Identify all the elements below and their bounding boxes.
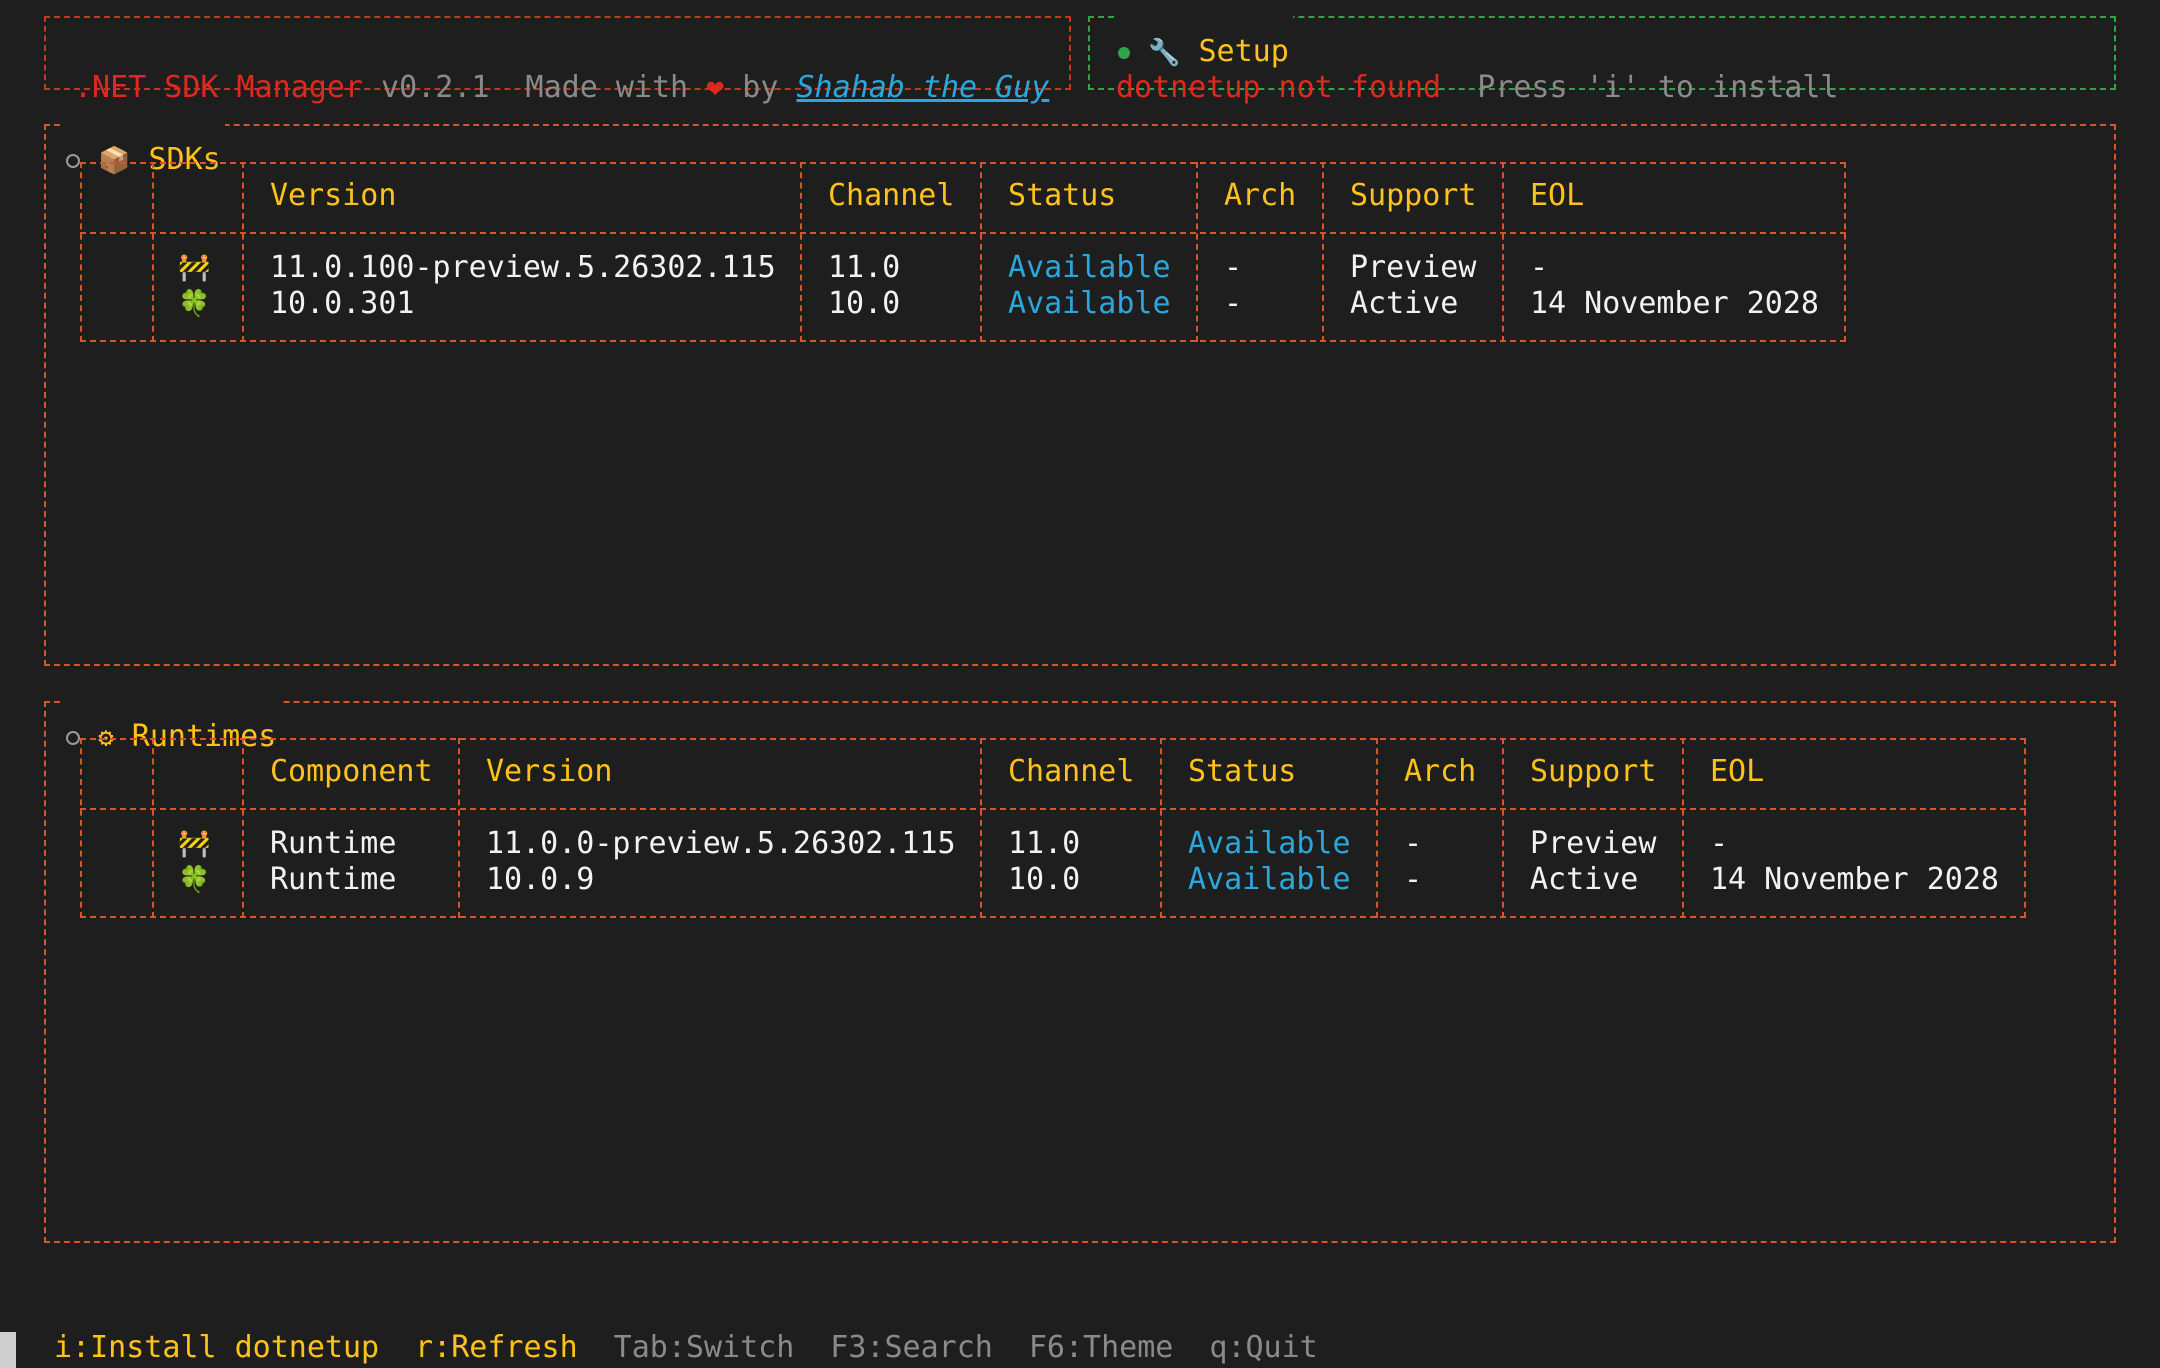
runtimes-col-eol[interactable]: EOL xyxy=(1710,754,1764,790)
app-name: .NET SDK Manager xyxy=(74,70,363,105)
install-key-hint[interactable]: i:Install dotnetup xyxy=(54,1330,379,1365)
setup-status: dotnetup not found xyxy=(1116,70,1442,105)
sdk-support: Active xyxy=(1350,286,1459,321)
refresh-key-hint[interactable]: r:Refresh xyxy=(415,1330,578,1365)
runtime-version: 11.0.0-preview.5.26302.115 xyxy=(486,826,956,861)
runtimes-col-divider xyxy=(1502,738,1504,918)
runtimes-col-support[interactable]: Support xyxy=(1530,754,1656,790)
sdks-col-divider xyxy=(1502,162,1504,342)
runtimes-col-divider xyxy=(1376,738,1378,918)
sdks-col-eol[interactable]: EOL xyxy=(1530,178,1584,214)
runtimes-table-header-divider xyxy=(80,808,2026,810)
runtime-channel: 11.0 xyxy=(1008,826,1081,861)
construction-icon: 🚧 xyxy=(178,253,211,283)
theme-key-hint[interactable]: F6:Theme xyxy=(1029,1330,1174,1365)
sdks-col-divider xyxy=(152,162,154,342)
runtime-component[interactable]: Runtime xyxy=(270,862,396,898)
runtime-eol: 14 November 2028 xyxy=(1710,862,1999,897)
sdks-col-version[interactable]: Version xyxy=(270,178,396,214)
sdk-eol: - xyxy=(1530,250,1549,285)
sdk-eol: 14 November 2028 xyxy=(1530,286,1819,321)
sdks-col-divider xyxy=(800,162,802,342)
header-line: .NET SDK Manager v0.2.1 Made with ❤ by S… xyxy=(74,34,1049,106)
sdks-table-header-divider xyxy=(80,232,1846,234)
runtimes-col-status[interactable]: Status xyxy=(1188,754,1296,790)
footer-keybar: i:Install dotnetup r:Refresh Tab:Switch F3:… xyxy=(54,1294,1354,1366)
by-text: by xyxy=(742,70,779,105)
runtime-version: 10.0.9 xyxy=(486,862,595,897)
runtimes-col-divider xyxy=(242,738,244,918)
runtimes-col-divider xyxy=(1160,738,1162,918)
switch-key-hint[interactable]: Tab:Switch xyxy=(614,1330,795,1365)
runtimes-col-divider xyxy=(1682,738,1684,918)
sdks-col-channel[interactable]: Channel xyxy=(828,178,954,214)
sdks-col-divider xyxy=(242,162,244,342)
clover-icon: 🍀 xyxy=(178,865,211,895)
sdk-status: Available xyxy=(1008,250,1171,285)
quit-key-hint[interactable]: q:Quit xyxy=(1209,1330,1317,1365)
sdks-col-status[interactable]: Status xyxy=(1008,178,1116,214)
runtimes-col-arch[interactable]: Arch xyxy=(1404,754,1476,790)
runtime-support: Preview xyxy=(1530,826,1657,861)
runtime-component[interactable]: Runtime xyxy=(270,826,396,862)
panel-circle-icon xyxy=(66,730,80,745)
terminal-cursor xyxy=(0,1332,16,1368)
author-link[interactable]: Shahab the Guy xyxy=(796,70,1049,105)
runtimes-col-channel[interactable]: Channel xyxy=(1008,754,1134,790)
sdk-support: Preview xyxy=(1350,250,1477,285)
panel-circle-icon xyxy=(66,153,80,168)
runtimes-col-divider xyxy=(980,738,982,918)
sdk-status: Available xyxy=(1008,286,1171,321)
sdks-col-divider xyxy=(1322,162,1324,342)
runtimes-col-divider xyxy=(458,738,460,918)
made-with-text: Made with xyxy=(525,70,689,105)
sdk-channel: 10.0 xyxy=(828,286,901,321)
runtime-eol: - xyxy=(1710,826,1729,861)
runtime-arch: - xyxy=(1404,826,1423,861)
setup-status-line: dotnetup not found Press 'i' to install xyxy=(1116,34,1838,106)
clover-icon: 🍀 xyxy=(178,289,211,319)
sdks-col-divider xyxy=(980,162,982,342)
runtime-status: Available xyxy=(1188,826,1351,861)
construction-icon: 🚧 xyxy=(178,829,211,859)
runtime-support: Active xyxy=(1530,862,1639,897)
runtime-status: Available xyxy=(1188,862,1351,897)
runtimes-col-component[interactable]: Component xyxy=(270,754,433,790)
setup-hint: Press 'i' to install xyxy=(1477,70,1839,105)
heart-icon: ❤ xyxy=(706,70,725,105)
runtime-channel: 10.0 xyxy=(1008,862,1081,897)
runtimes-col-version[interactable]: Version xyxy=(486,754,612,790)
sdks-col-divider xyxy=(1196,162,1198,342)
search-key-hint[interactable]: F3:Search xyxy=(830,1330,993,1365)
sdk-arch: - xyxy=(1224,286,1243,321)
sdk-arch: - xyxy=(1224,250,1243,285)
app-version: v0.2.1 xyxy=(381,70,490,105)
sdk-version[interactable]: 11.0.100-preview.5.26302.115 xyxy=(270,250,776,286)
sdk-channel: 11.0 xyxy=(828,250,901,285)
sdks-col-support[interactable]: Support xyxy=(1350,178,1476,214)
runtime-arch: - xyxy=(1404,862,1423,897)
sdk-version[interactable]: 10.0.301 xyxy=(270,286,415,322)
sdks-col-arch[interactable]: Arch xyxy=(1224,178,1296,214)
runtimes-col-divider xyxy=(152,738,154,918)
